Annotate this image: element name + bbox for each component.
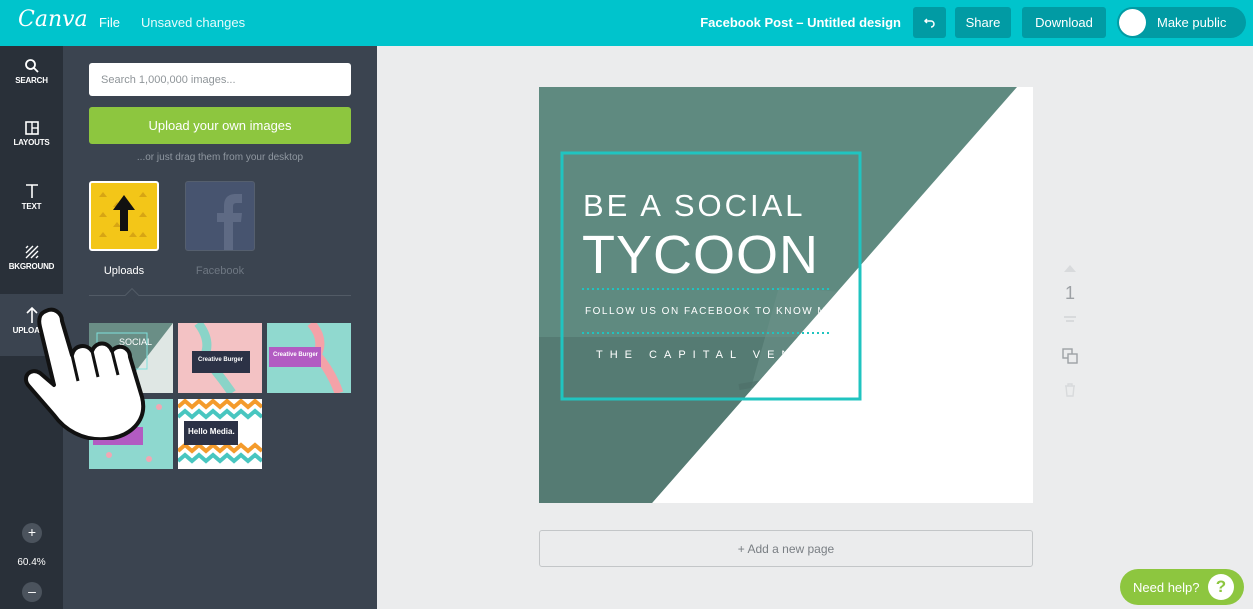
- design-brand[interactable]: THE CAPITAL VENT: [596, 349, 810, 361]
- upload-tile-icon: [99, 192, 147, 237]
- drag-hint: ...or just drag them from your desktop: [136, 152, 304, 163]
- rail-label: BKGROUND: [8, 262, 55, 271]
- undo-icon: [923, 17, 935, 28]
- undo-button[interactable]: [913, 7, 946, 38]
- canva-logo[interactable]: Canva: [18, 7, 88, 32]
- upload-thumbnail[interactable]: Creative Burger: [178, 323, 262, 393]
- rail-label: TEXT: [21, 202, 42, 211]
- zoom-in-button[interactable]: +: [22, 523, 42, 543]
- upload-thumbnail[interactable]: Hello Media.: [178, 399, 262, 469]
- thumb-text: Creative Burger: [198, 357, 244, 363]
- facebook-source-tile[interactable]: [185, 181, 255, 251]
- zoom-level: 60.4%: [17, 557, 46, 568]
- active-source-caret: [124, 287, 140, 303]
- rail-label: LAYOUTS: [13, 138, 50, 147]
- document-title[interactable]: Facebook Post – Untitled design: [700, 15, 901, 30]
- rail-item-background[interactable]: BKGROUND: [0, 232, 63, 294]
- toggle-knob: [1119, 9, 1146, 36]
- background-icon: [25, 245, 38, 259]
- need-help-label: Need help?: [1133, 580, 1200, 595]
- duplicate-page-icon[interactable]: [1062, 348, 1078, 364]
- upload-thumbnail[interactable]: Creative Burger: [267, 323, 351, 393]
- delete-page-icon[interactable]: [1064, 383, 1076, 397]
- save-status: Unsaved changes: [141, 15, 246, 30]
- add-new-page-button[interactable]: + Add a new page: [539, 530, 1033, 567]
- need-help-button[interactable]: Need help? ?: [1120, 569, 1244, 605]
- top-bar: Canva File Unsaved changes Facebook Post…: [0, 0, 1253, 46]
- page-number: 1: [1064, 283, 1075, 303]
- upload-images-button[interactable]: Upload your own images: [89, 107, 351, 144]
- text-icon: [25, 184, 38, 198]
- rail-item-search[interactable]: SEARCH: [0, 46, 63, 108]
- move-page-up-icon[interactable]: [1063, 263, 1077, 273]
- search-icon: [24, 59, 39, 73]
- design-subline[interactable]: FOLLOW US ON FACEBOOK TO KNOW MO: [585, 306, 837, 317]
- file-menu[interactable]: File: [99, 15, 120, 30]
- thumb-text: Hello Media.: [188, 427, 235, 436]
- design-page[interactable]: BE A SOCIAL TYCOON FOLLOW US ON FACEBOOK…: [539, 87, 1033, 503]
- layouts-icon: [24, 121, 39, 135]
- move-page-down-icon[interactable]: [1063, 316, 1077, 324]
- rail-item-text[interactable]: TEXT: [0, 170, 63, 232]
- thumb-text: Creative Burger: [273, 352, 319, 358]
- share-button[interactable]: Share: [955, 7, 1011, 38]
- download-button[interactable]: Download: [1022, 7, 1106, 38]
- help-question-icon: ?: [1208, 574, 1234, 600]
- facebook-source-label: Facebook: [195, 265, 245, 277]
- make-public-toggle[interactable]: Make public: [1117, 7, 1246, 38]
- uploads-source-tile[interactable]: [89, 181, 159, 251]
- rail-item-layouts[interactable]: LAYOUTS: [0, 108, 63, 170]
- make-public-label: Make public: [1157, 15, 1227, 30]
- facebook-icon: [217, 194, 242, 250]
- uploads-source-label: Uploads: [103, 265, 145, 277]
- hand-cursor-icon: [23, 307, 146, 440]
- image-search-input[interactable]: [89, 63, 351, 96]
- headline-small[interactable]: BE A SOCIAL: [583, 188, 806, 224]
- zoom-out-button[interactable]: –: [22, 582, 42, 602]
- rail-label: SEARCH: [15, 76, 48, 85]
- headline-large[interactable]: TYCOON: [582, 224, 819, 286]
